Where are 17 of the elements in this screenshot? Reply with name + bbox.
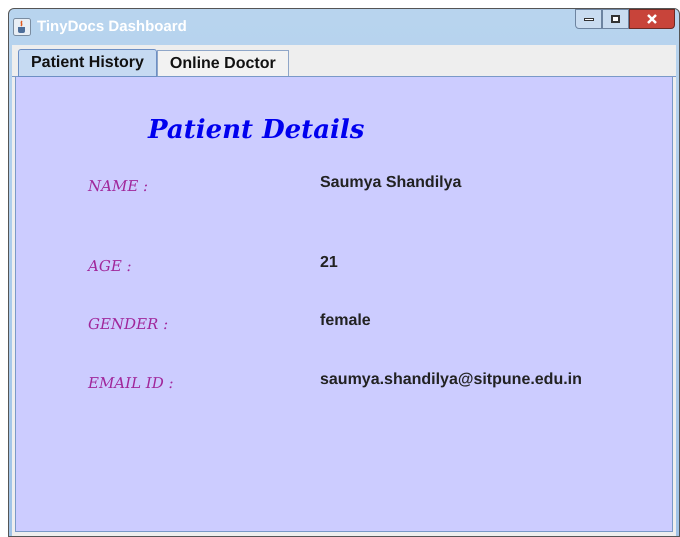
window-title: TinyDocs Dashboard (37, 16, 187, 37)
field-value: saumya.shandilya@sitpune.edu.in (320, 370, 582, 390)
field-label: NAME : (88, 176, 148, 197)
minimize-button[interactable] (575, 9, 602, 29)
maximize-button[interactable] (602, 9, 629, 29)
close-button[interactable] (629, 9, 675, 29)
tab[interactable]: Online Doctor (156, 50, 289, 76)
field-value: 21 (320, 253, 338, 273)
field-value: Saumya Shandilya (320, 173, 462, 193)
panel-heading: Patient Details (148, 114, 364, 147)
coffee-cup-icon (13, 18, 31, 36)
field-label: EMAIL ID : (88, 373, 174, 394)
close-icon (647, 14, 657, 24)
field-value: female (320, 311, 371, 331)
field-label: AGE : (88, 256, 132, 277)
tab[interactable]: Patient History (18, 49, 157, 77)
field-label: GENDER : (88, 314, 168, 335)
